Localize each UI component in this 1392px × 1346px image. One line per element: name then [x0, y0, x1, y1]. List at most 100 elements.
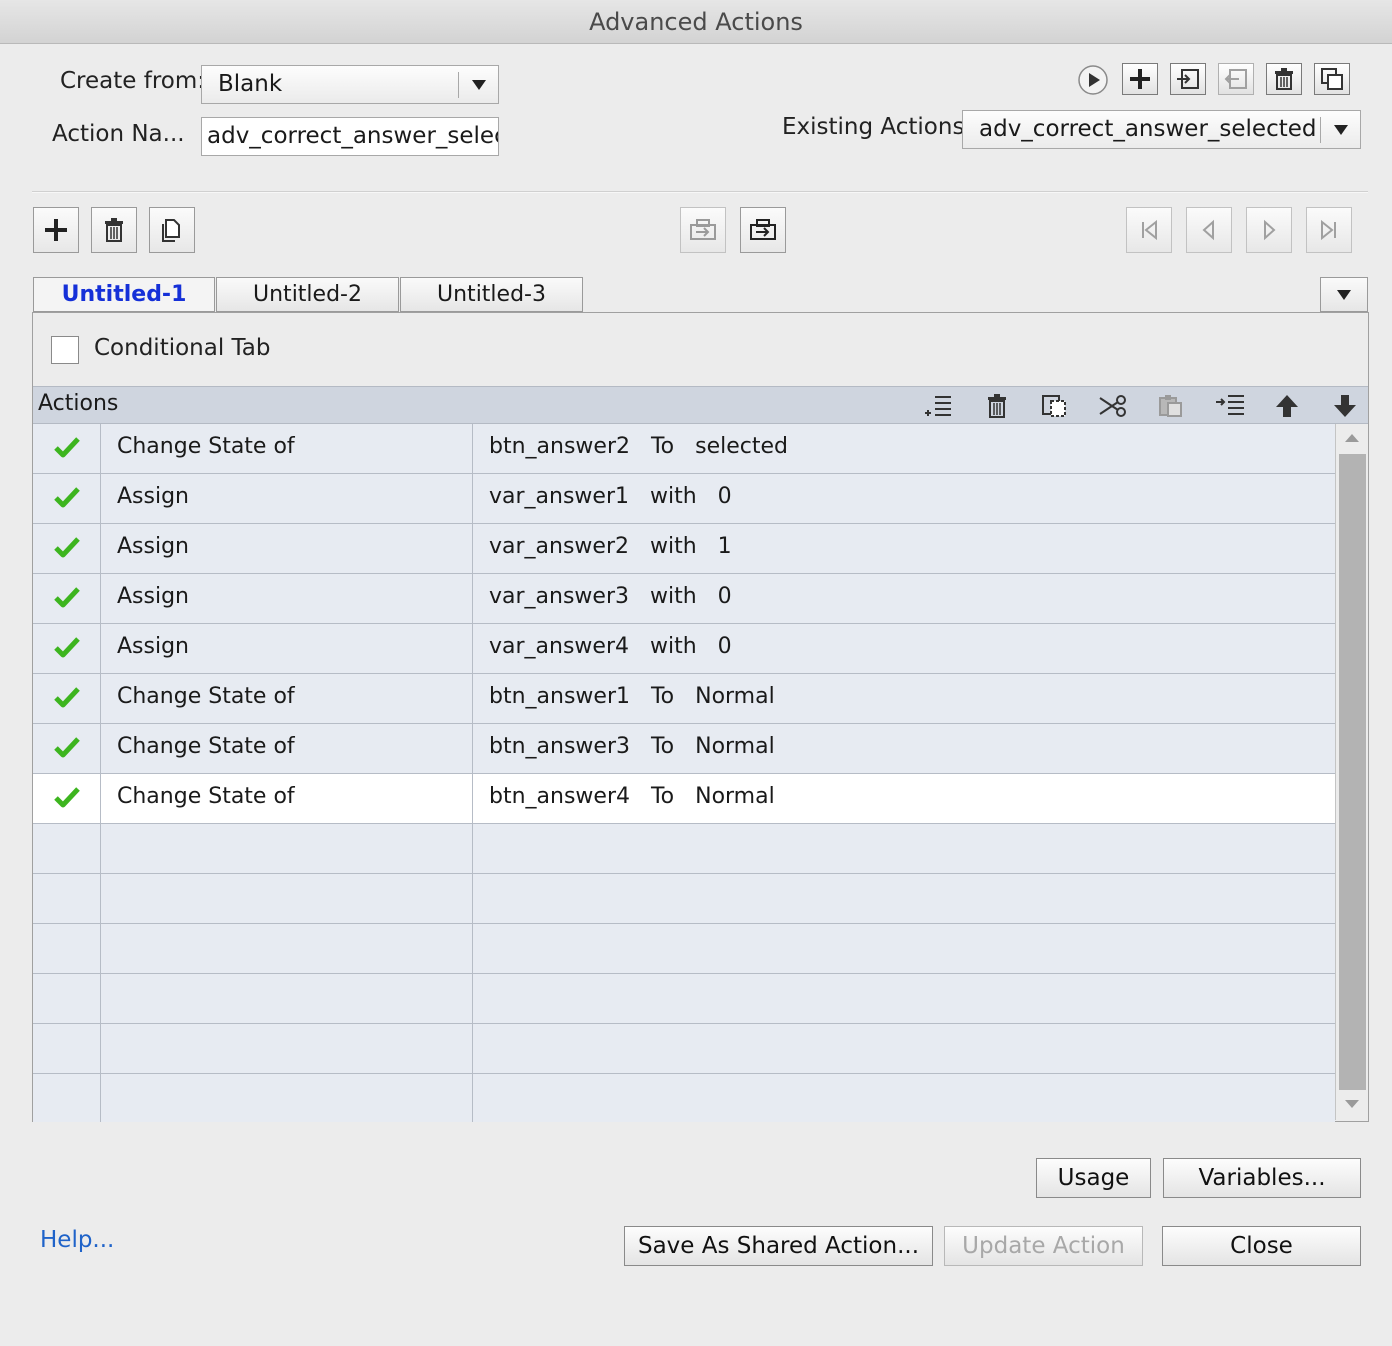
scroll-up-icon[interactable] — [1345, 434, 1359, 442]
target-cell: var_answer1 with 0 — [489, 484, 732, 509]
tabs-menu-button[interactable] — [1320, 277, 1368, 312]
table-row[interactable]: Assign var_answer1 with 0 — [33, 474, 1335, 524]
table-row[interactable]: Change State of btn_answer3 To Normal — [33, 724, 1335, 774]
scrollbar-thumb[interactable] — [1339, 454, 1366, 1090]
target-cell: btn_answer4 To Normal — [489, 784, 775, 809]
target-cell: var_answer4 with 0 — [489, 634, 732, 659]
conditional-tab-checkbox[interactable] — [51, 336, 79, 364]
previous-icon — [1202, 219, 1214, 241]
insert-before-icon — [690, 219, 716, 240]
play-icon — [1078, 65, 1108, 95]
create-from-dropdown[interactable]: Blank — [201, 65, 499, 104]
target-cell: btn_answer3 To Normal — [489, 734, 775, 759]
indent-icon[interactable] — [1214, 392, 1244, 420]
table-row[interactable]: Assign var_answer4 with 0 — [33, 624, 1335, 674]
previous-decision-button[interactable] — [1186, 207, 1232, 253]
empty-row[interactable] — [33, 1074, 1335, 1122]
first-decision-button[interactable] — [1126, 207, 1172, 253]
check-icon — [53, 636, 80, 662]
empty-row[interactable] — [33, 1024, 1335, 1074]
action-cell: Change State of — [101, 724, 473, 774]
action-cell: Assign — [101, 524, 473, 574]
tab-untitled-3[interactable]: Untitled-3 — [400, 277, 583, 312]
insert-after-icon — [750, 219, 776, 240]
trash-icon — [1275, 68, 1293, 90]
last-decision-button[interactable] — [1306, 207, 1352, 253]
duplicate-action-button[interactable] — [1314, 63, 1350, 95]
scroll-down-icon[interactable] — [1345, 1100, 1359, 1108]
insert-decision-after-button[interactable] — [740, 207, 786, 253]
import-action-button[interactable] — [1170, 63, 1206, 95]
import-icon — [1177, 69, 1199, 89]
table-row[interactable]: Change State of btn_answer2 To selected — [33, 424, 1335, 474]
action-name-label: Action Na... — [52, 121, 185, 147]
action-cell: Change State of — [101, 674, 473, 724]
paste-icon[interactable] — [1156, 392, 1186, 420]
variables-button[interactable]: Variables... — [1163, 1158, 1361, 1198]
cut-icon[interactable] — [1098, 392, 1128, 420]
delete-action-button[interactable] — [1266, 63, 1302, 95]
next-decision-button[interactable] — [1246, 207, 1292, 253]
existing-actions-label: Existing Actions: — [782, 114, 973, 140]
empty-row[interactable] — [33, 974, 1335, 1024]
action-cell: Change State of — [101, 424, 473, 474]
target-cell: var_answer3 with 0 — [489, 584, 732, 609]
copy-icon[interactable] — [1040, 392, 1070, 420]
next-icon — [1264, 219, 1276, 241]
trash-icon — [105, 218, 123, 242]
preview-play-button[interactable] — [1077, 64, 1109, 96]
tab-untitled-2[interactable]: Untitled-2 — [216, 277, 399, 312]
target-cell: var_answer2 with 1 — [489, 534, 732, 559]
close-button[interactable]: Close — [1162, 1226, 1361, 1266]
trash-icon[interactable] — [982, 392, 1012, 420]
update-action-button[interactable]: Update Action — [944, 1226, 1143, 1266]
existing-actions-dropdown[interactable]: adv_correct_answer_selected — [962, 110, 1361, 149]
action-name-input[interactable]: adv_correct_answer_selected — [201, 117, 499, 156]
chevron-down-icon — [458, 72, 498, 98]
empty-row[interactable] — [33, 924, 1335, 974]
check-icon — [53, 686, 80, 712]
table-row-selected[interactable]: Change State of btn_answer4 To Normal — [33, 774, 1335, 824]
add-action-button[interactable] — [1122, 63, 1158, 95]
move-down-icon[interactable] — [1330, 392, 1360, 420]
plus-icon — [45, 219, 67, 241]
help-link[interactable]: Help... — [40, 1227, 114, 1253]
empty-row[interactable] — [33, 874, 1335, 924]
check-icon — [53, 586, 80, 612]
table-row[interactable]: Assign var_answer3 with 0 — [33, 574, 1335, 624]
duplicate-decision-button[interactable] — [149, 207, 195, 253]
tab-untitled-1[interactable]: Untitled-1 — [33, 277, 215, 312]
action-cell: Assign — [101, 624, 473, 674]
table-row[interactable]: Change State of btn_answer1 To Normal — [33, 674, 1335, 724]
action-cell: Assign — [101, 574, 473, 624]
skip-first-icon — [1142, 219, 1157, 241]
copy-icon — [162, 219, 180, 242]
actions-header-title: Actions — [38, 391, 119, 416]
chevron-down-icon — [1320, 117, 1360, 143]
actions-grid: Change State of btn_answer2 To selected A… — [33, 424, 1335, 1122]
chevron-down-icon — [1337, 290, 1351, 300]
vertical-scrollbar[interactable] — [1335, 424, 1368, 1120]
insert-decision-before-button[interactable] — [680, 207, 726, 253]
export-icon — [1224, 69, 1247, 89]
usage-button[interactable]: Usage — [1036, 1158, 1151, 1198]
existing-actions-value: adv_correct_answer_selected — [979, 116, 1317, 142]
skip-last-icon — [1321, 219, 1336, 241]
insert-row-icon[interactable] — [923, 392, 953, 420]
check-icon — [53, 486, 80, 512]
duplicate-icon — [1321, 68, 1343, 90]
conditional-tab-label: Conditional Tab — [94, 335, 271, 361]
plus-icon — [1130, 69, 1150, 89]
table-row[interactable]: Assign var_answer2 with 1 — [33, 524, 1335, 574]
check-icon — [53, 436, 80, 462]
check-icon — [53, 536, 80, 562]
empty-row[interactable] — [33, 824, 1335, 874]
target-cell: btn_answer1 To Normal — [489, 684, 775, 709]
save-as-shared-action-button[interactable]: Save As Shared Action... — [624, 1226, 933, 1266]
export-action-button[interactable] — [1218, 63, 1254, 95]
add-decision-button[interactable] — [33, 207, 79, 253]
delete-decision-button[interactable] — [91, 207, 137, 253]
create-from-value: Blank — [218, 71, 283, 97]
window-title: Advanced Actions — [0, 0, 1392, 44]
move-up-icon[interactable] — [1272, 392, 1302, 420]
